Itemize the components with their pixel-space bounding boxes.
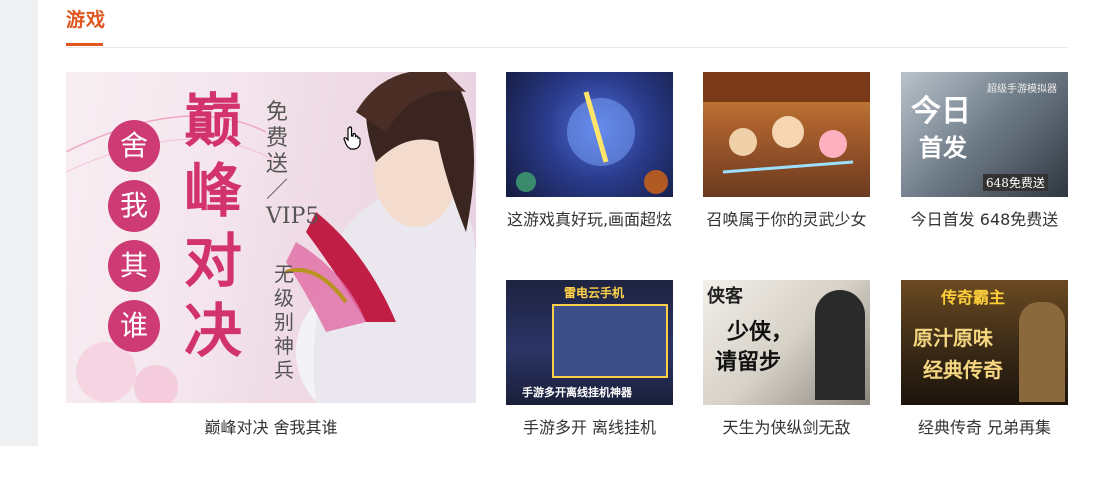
warrior-figure — [1019, 302, 1065, 402]
game-screen-grid — [552, 304, 668, 378]
game-caption[interactable]: 天生为侠纵剑无敌 — [703, 416, 870, 440]
game-thumbnail[interactable] — [703, 72, 870, 197]
game-logo: 侠客 — [707, 286, 743, 307]
game-caption[interactable]: 手游多开 离线挂机 — [506, 416, 673, 440]
section-title-underline — [66, 43, 103, 46]
game-thumbnail[interactable]: 传奇霸主 原汁原味 经典传奇 — [901, 280, 1068, 405]
game-caption[interactable]: 今日首发 648免费送 — [901, 208, 1068, 232]
featured-game-thumbnail[interactable]: 舍 我 其 谁 巅峰对决 免费送／VIP5 无级别神兵 — [66, 72, 476, 403]
game-overlay-text: 少侠， — [727, 319, 794, 345]
featured-game-card[interactable]: 舍 我 其 谁 巅峰对决 免费送／VIP5 无级别神兵 巅峰对决 舍我其谁 — [66, 72, 476, 446]
hand-pointer-icon — [343, 126, 361, 150]
game-overlay-text: 首发 — [919, 133, 967, 162]
game-overlay-text: 今日 — [911, 94, 971, 129]
game-thumbnail[interactable]: 侠客 少侠， 请留步 — [703, 280, 870, 405]
game-tag: 超级手游模拟器 — [987, 84, 1057, 95]
banner-circle: 谁 — [108, 300, 160, 352]
game-logo: 传奇霸主 — [941, 288, 1006, 307]
game-card[interactable]: 侠客 少侠， 请留步 天生为侠纵剑无敌 — [703, 280, 870, 480]
game-overlay-text: 经典传奇 — [923, 358, 1003, 382]
game-art — [703, 72, 870, 174]
swordsman-figure — [815, 290, 865, 400]
game-card[interactable]: 召唤属于你的灵武少女 — [703, 72, 870, 272]
game-caption[interactable]: 经典传奇 兄弟再集 — [901, 416, 1068, 440]
banner-circle: 舍 — [108, 120, 160, 172]
game-art — [516, 91, 668, 194]
game-overlay-text: 请留步 — [715, 349, 782, 375]
game-overlay-text: 原汁原味 — [913, 326, 993, 350]
featured-banner-subtitle: 免费送／VIP5 — [266, 100, 320, 229]
game-caption[interactable]: 召唤属于你的灵武少女 — [703, 208, 870, 232]
banner-circle: 我 — [108, 180, 160, 232]
game-thumbnail[interactable]: 雷电云手机 手游多开离线挂机神器 — [506, 280, 673, 405]
featured-banner-circles: 舍 我 其 谁 — [108, 120, 168, 360]
game-card[interactable]: 雷电云手机 手游多开离线挂机神器 手游多开 离线挂机 — [506, 280, 673, 480]
game-overlay-text: 648免费送 — [983, 174, 1048, 191]
featured-game-caption[interactable]: 巅峰对决 舍我其谁 — [66, 416, 476, 440]
section-header: 游戏 — [66, 0, 1068, 48]
game-thumbnail[interactable]: 超级手游模拟器 今日 首发 648免费送 — [901, 72, 1068, 197]
game-overlay-text: 雷电云手机 — [564, 286, 625, 300]
section-title[interactable]: 游戏 — [66, 8, 106, 32]
game-overlay-text: 手游多开离线挂机神器 — [522, 386, 632, 399]
game-card[interactable]: 超级手游模拟器 今日 首发 648免费送 今日首发 648免费送 — [901, 72, 1068, 272]
banner-circle: 其 — [108, 240, 160, 292]
featured-banner-subtitle-2: 无级别神兵 — [274, 262, 294, 382]
left-rail — [0, 0, 38, 446]
game-card[interactable]: 这游戏真好玩,画面超炫 — [506, 72, 673, 272]
game-thumbnail[interactable] — [506, 72, 673, 197]
game-caption[interactable]: 这游戏真好玩,画面超炫 — [506, 208, 673, 232]
featured-banner-title: 巅峰对决 — [184, 87, 243, 365]
game-card[interactable]: 传奇霸主 原汁原味 经典传奇 经典传奇 兄弟再集 — [901, 280, 1068, 480]
